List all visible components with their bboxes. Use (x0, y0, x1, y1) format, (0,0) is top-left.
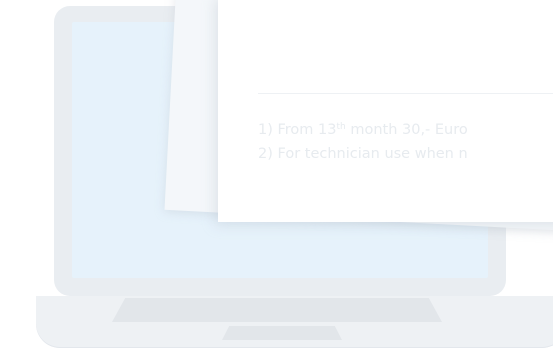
footnote-1-number: 1) (258, 122, 273, 138)
laptop-trackpad (222, 326, 342, 340)
footnote-1: 1) From 13th month 30,- Euro (258, 115, 468, 142)
document-panel (218, 0, 553, 222)
laptop-keyboard (112, 298, 442, 322)
footnote-2-number: 2) (258, 146, 273, 162)
footnote-list: 1) From 13th month 30,- Euro 2) For tech… (258, 115, 468, 166)
footnote-1-text-start: From 13 (277, 122, 337, 138)
laptop-illustration: 1) From 13th month 30,- Euro 2) For tech… (0, 0, 553, 358)
footnote-1-text-end: month 30,- Euro (345, 122, 468, 138)
footnote-1-superscript: th (336, 122, 346, 132)
footnote-2-text: For technician use when n (277, 146, 468, 162)
footnote-2: 2) For technician use when n (258, 142, 468, 166)
panel-divider (258, 93, 553, 94)
footnote-1-text: From 13th month 30,- Euro (278, 122, 468, 138)
